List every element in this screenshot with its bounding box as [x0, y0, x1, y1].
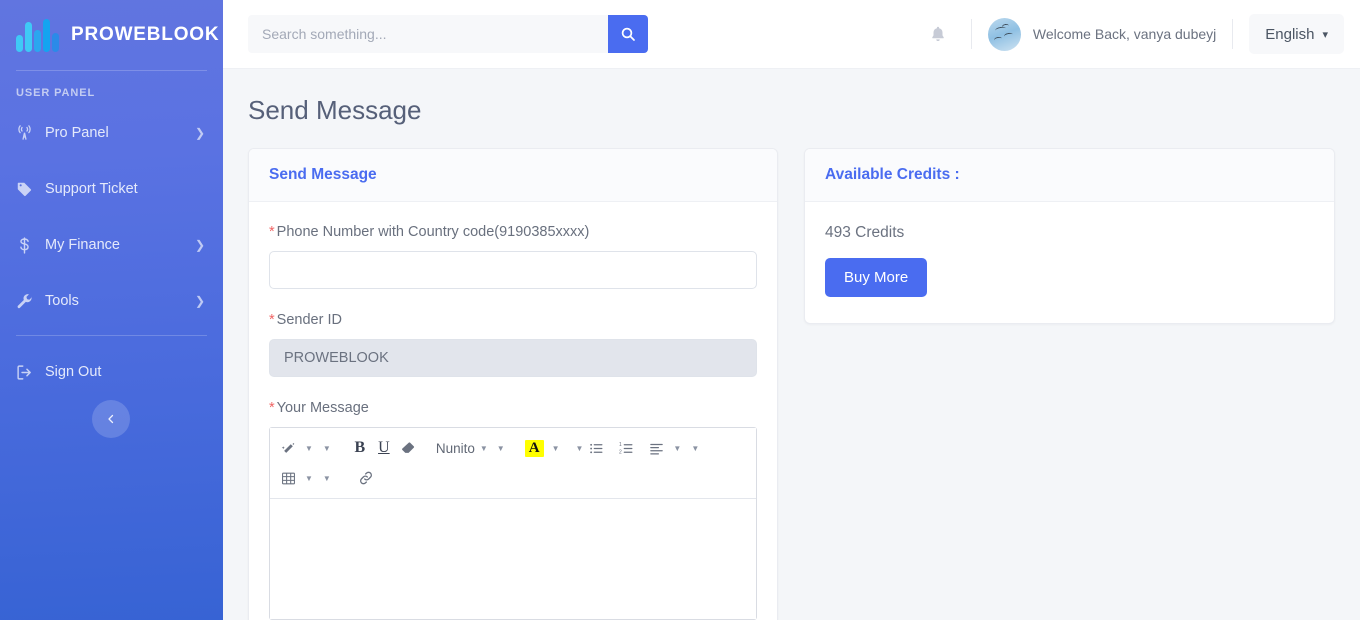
header-divider-1	[970, 19, 972, 49]
send-message-card-header: Send Message	[249, 149, 777, 202]
dollar-icon	[16, 236, 38, 254]
wrench-icon	[16, 293, 38, 310]
caret-down-icon[interactable]: ▼	[300, 444, 318, 453]
avatar	[987, 17, 1021, 51]
search-input[interactable]	[248, 15, 608, 53]
caret-down-icon: ▼	[479, 443, 488, 453]
bell-icon	[932, 26, 944, 42]
link-icon[interactable]	[354, 465, 378, 491]
search-icon	[621, 27, 635, 41]
editor-content-area[interactable]	[270, 499, 756, 619]
bold-icon[interactable]: B	[348, 435, 372, 461]
phone-number-input[interactable]	[269, 251, 757, 289]
available-credits-header: Available Credits :	[805, 149, 1334, 202]
unordered-list-icon[interactable]	[584, 435, 608, 461]
caret-down-icon[interactable]: ▼	[547, 444, 565, 453]
align-left-icon[interactable]	[644, 435, 668, 461]
send-message-column: Send Message * Phone Number with Country …	[248, 148, 778, 620]
sidebar-item-support-ticket[interactable]: Support Ticket	[0, 161, 223, 217]
sender-id-label-text: Sender ID	[276, 312, 342, 328]
required-asterisk: *	[269, 312, 275, 328]
chevron-right-icon: ❯	[194, 294, 205, 308]
editor-toolbar: ▼ ▼ B U Nunito ▼ ▼ A ▼ ▼ 1 2 ▼ ▼ ▼ ▼	[270, 428, 756, 499]
caret-down-icon[interactable]: ▼	[686, 444, 704, 453]
available-credits-card: Available Credits : 493 Credits Buy More	[804, 148, 1335, 324]
welcome-text: Welcome Back, vanya dubeyj	[1032, 26, 1217, 42]
user-menu[interactable]: Welcome Back, vanya dubeyj	[987, 17, 1217, 51]
caret-down-icon[interactable]: ▼	[300, 474, 318, 483]
sender-id-input[interactable]	[269, 339, 757, 377]
magic-wand-icon[interactable]	[276, 435, 300, 461]
caret-down-icon[interactable]: ▼	[570, 444, 584, 453]
buy-more-button[interactable]: Buy More	[825, 258, 928, 297]
chevron-right-icon: ❯	[194, 238, 205, 252]
sign-out-icon	[16, 364, 38, 381]
sidebar-item-label: Sign Out	[45, 364, 102, 380]
caret-down-icon[interactable]: ▼	[668, 444, 686, 453]
svg-text:1: 1	[619, 442, 622, 448]
top-header: Welcome Back, vanya dubeyj English ▾	[223, 0, 1360, 69]
eraser-icon[interactable]	[396, 435, 420, 461]
phone-number-label: * Phone Number with Country code(9190385x…	[269, 224, 757, 240]
ordered-list-icon[interactable]: 1 2	[614, 435, 638, 461]
caret-down-icon[interactable]: ▼	[492, 444, 510, 453]
editor-toolbar-row-1: ▼ ▼ B U Nunito ▼ ▼ A ▼ ▼ 1 2 ▼ ▼	[276, 433, 750, 463]
phone-number-label-text: Phone Number with Country code(9190385xx…	[276, 224, 590, 240]
search-button[interactable]	[608, 15, 648, 53]
tag-icon	[16, 181, 38, 198]
sidebar-item-pro-panel[interactable]: Pro Panel ❯	[0, 105, 223, 161]
content-columns: Send Message * Phone Number with Country …	[248, 148, 1335, 620]
sidebar-collapse-toggle[interactable]	[92, 400, 130, 438]
rich-text-editor: ▼ ▼ B U Nunito ▼ ▼ A ▼ ▼ 1 2 ▼ ▼ ▼ ▼	[269, 427, 757, 620]
main-area: Welcome Back, vanya dubeyj English ▾ Sen…	[223, 0, 1360, 620]
sidebar-item-my-finance[interactable]: My Finance ❯	[0, 217, 223, 273]
caret-down-icon[interactable]: ▼	[318, 444, 336, 453]
language-selector[interactable]: English ▾	[1249, 14, 1344, 54]
message-field-group: * Your Message ▼ ▼ B U Nunito ▼ ▼ A ▼ ▼ …	[269, 400, 757, 620]
notifications-button[interactable]	[921, 25, 955, 43]
editor-toolbar-row-2: ▼ ▼	[276, 463, 750, 493]
header-divider-2	[1232, 19, 1234, 49]
sidebar-item-label: Pro Panel	[45, 125, 109, 141]
sidebar-item-label: My Finance	[45, 237, 120, 253]
sidebar-item-tools[interactable]: Tools ❯	[0, 273, 223, 329]
app-root: PROWEBLOOK USER PANEL Pro Panel ❯ Suppor…	[0, 0, 1360, 620]
page-content: Send Message Send Message * Phone Number …	[223, 69, 1360, 620]
phone-number-field-group: * Phone Number with Country code(9190385x…	[269, 224, 757, 289]
sidebar-item-label: Tools	[45, 293, 79, 309]
sidebar-item-label: Support Ticket	[45, 181, 138, 197]
table-icon[interactable]	[276, 465, 300, 491]
svg-text:2: 2	[619, 449, 622, 455]
brand-logo[interactable]: PROWEBLOOK	[0, 0, 223, 70]
text-highlight-color-icon[interactable]: A	[522, 435, 547, 461]
sender-id-field-group: * Sender ID	[269, 312, 757, 377]
font-family-value: Nunito	[435, 440, 475, 456]
search-bar	[248, 15, 648, 53]
underline-icon[interactable]: U	[372, 435, 396, 461]
sender-id-label: * Sender ID	[269, 312, 757, 328]
message-label-text: Your Message	[276, 400, 369, 416]
sidebar-bottom-divider	[16, 335, 207, 336]
credits-amount: 493 Credits	[825, 224, 905, 241]
caret-down-icon[interactable]: ▼	[318, 474, 336, 483]
proweblook-logo-icon	[16, 18, 59, 52]
required-asterisk: *	[269, 224, 275, 240]
sidebar: PROWEBLOOK USER PANEL Pro Panel ❯ Suppor…	[0, 0, 223, 620]
available-credits-body: 493 Credits Buy More	[805, 202, 1334, 323]
message-label: * Your Message	[269, 400, 757, 416]
chevron-right-icon: ❯	[194, 126, 205, 140]
send-message-card-body: * Phone Number with Country code(9190385x…	[249, 202, 777, 620]
font-family-dropdown[interactable]: Nunito ▼	[432, 441, 492, 456]
send-message-card: Send Message * Phone Number with Country …	[248, 148, 778, 620]
sidebar-section-label: USER PANEL	[16, 87, 96, 99]
sidebar-item-sign-out[interactable]: Sign Out	[0, 344, 223, 400]
caret-down-icon: ▾	[1322, 28, 1328, 41]
brand-name: PROWEBLOOK	[71, 24, 220, 45]
broadcast-tower-icon	[16, 124, 38, 142]
chevron-left-icon	[108, 414, 114, 424]
language-label: English	[1265, 25, 1315, 43]
page-title: Send Message	[248, 95, 422, 125]
credits-column: Available Credits : 493 Credits Buy More	[804, 148, 1335, 324]
required-asterisk: *	[269, 400, 275, 416]
